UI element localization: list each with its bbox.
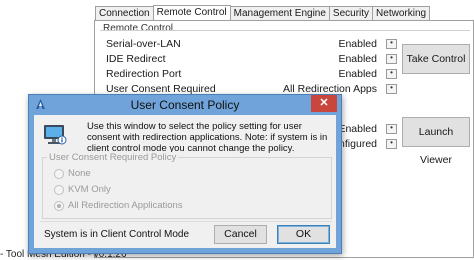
- tab-management-engine[interactable]: Management Engine: [229, 6, 330, 20]
- user-consent-dialog: User Consent Policy ✕ Use this window to…: [28, 94, 342, 254]
- option-all-redirection[interactable]: All Redirection Applications: [54, 200, 183, 211]
- cancel-button[interactable]: Cancel: [214, 225, 267, 244]
- policy-group-label: User Consent Required Policy: [47, 152, 179, 163]
- tab-security[interactable]: Security: [328, 6, 374, 20]
- tab-connection[interactable]: Connection: [95, 6, 154, 20]
- setting-label-serial-over-lan: Serial-over-LAN: [106, 38, 181, 50]
- computer-icon: [44, 125, 67, 145]
- option-none-label: None: [68, 168, 91, 179]
- setting-label-redirection-port: Redirection Port: [106, 68, 182, 80]
- close-button[interactable]: ✕: [311, 95, 337, 112]
- option-none[interactable]: None: [54, 168, 91, 179]
- ide-redirect-button[interactable]: •: [386, 54, 397, 64]
- group-title: Remote Control: [103, 23, 174, 34]
- ok-button[interactable]: OK: [277, 225, 330, 244]
- option-kvm-only[interactable]: KVM Only: [54, 184, 111, 195]
- setting-value-serial-over-lan: Enabled: [338, 38, 377, 50]
- setting-value-redirection-port: Enabled: [338, 68, 377, 80]
- dialog-divider: [40, 221, 332, 222]
- user-consent-button[interactable]: •: [386, 84, 397, 94]
- tab-bar: Connection Remote Control Management Eng…: [95, 5, 431, 20]
- serial-over-lan-button[interactable]: •: [386, 39, 397, 49]
- setting-label-ide-redirect: IDE Redirect: [106, 53, 166, 65]
- redirection-port-button[interactable]: •: [386, 69, 397, 79]
- launch-viewer-button[interactable]: Launch Viewer: [402, 117, 470, 166]
- tab-networking[interactable]: Networking: [372, 6, 431, 20]
- take-control-button[interactable]: Take Control: [402, 44, 470, 74]
- tab-remote-control[interactable]: Remote Control: [152, 5, 231, 20]
- dialog-title: User Consent Policy: [130, 98, 240, 112]
- group-divider: [100, 30, 470, 31]
- radio-all-redirection[interactable]: [54, 200, 64, 211]
- radio-none[interactable]: [54, 168, 64, 179]
- option-kvm-only-label: KVM Only: [68, 184, 111, 195]
- radio-kvm-only[interactable]: [54, 184, 64, 195]
- dialog-body: Use this window to select the policy set…: [34, 115, 336, 248]
- setting-value-enabled: Enabled: [338, 123, 377, 135]
- enabled-setting-button[interactable]: •: [386, 124, 397, 134]
- dialog-titlebar[interactable]: User Consent Policy ✕: [29, 95, 341, 115]
- client-control-mode-text: System is in Client Control Mode: [44, 229, 190, 240]
- dialog-description: Use this window to select the policy set…: [87, 121, 328, 154]
- setting-value-ide-redirect: Enabled: [338, 53, 377, 65]
- option-all-redirection-label: All Redirection Applications: [68, 200, 183, 211]
- configured-setting-button[interactable]: •: [386, 139, 397, 149]
